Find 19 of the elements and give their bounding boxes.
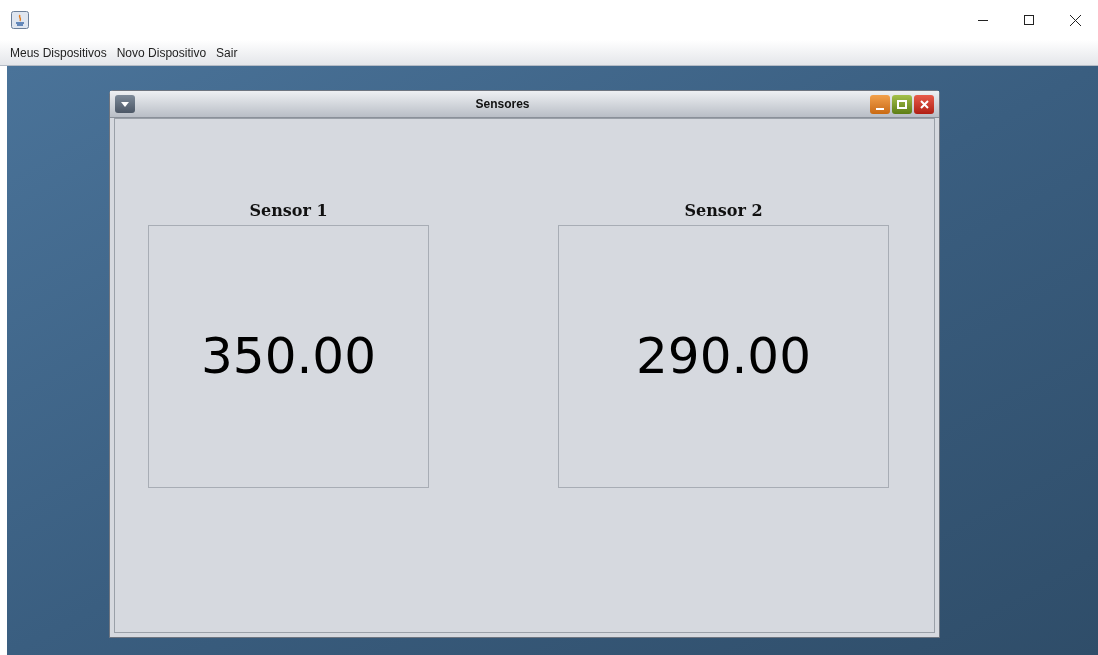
sensor-label: Sensor 2 [684, 200, 763, 222]
maximize-icon [897, 99, 907, 109]
sensor-label: Sensor 1 [249, 200, 328, 222]
caret-icon [121, 101, 129, 107]
frame-maximize-button[interactable] [892, 94, 912, 114]
sensor-value: 350.00 [201, 326, 376, 387]
menu-item[interactable]: Sair [214, 43, 240, 62]
maximize-icon [1024, 15, 1034, 25]
frame-title: Sensores [474, 96, 531, 113]
sensor-value: 290.00 [636, 326, 811, 387]
frame-minimize-button[interactable] [870, 94, 890, 114]
frame-close-button[interactable] [914, 94, 934, 114]
menu-item[interactable]: Novo Dispositivo [114, 43, 209, 62]
frame-menu-button[interactable] [115, 95, 135, 113]
minimize-icon [876, 107, 884, 110]
menu-item[interactable]: Meus Dispositivos [8, 43, 109, 62]
close-icon [919, 99, 929, 109]
close-icon [1069, 14, 1081, 26]
app-icon [11, 11, 29, 29]
